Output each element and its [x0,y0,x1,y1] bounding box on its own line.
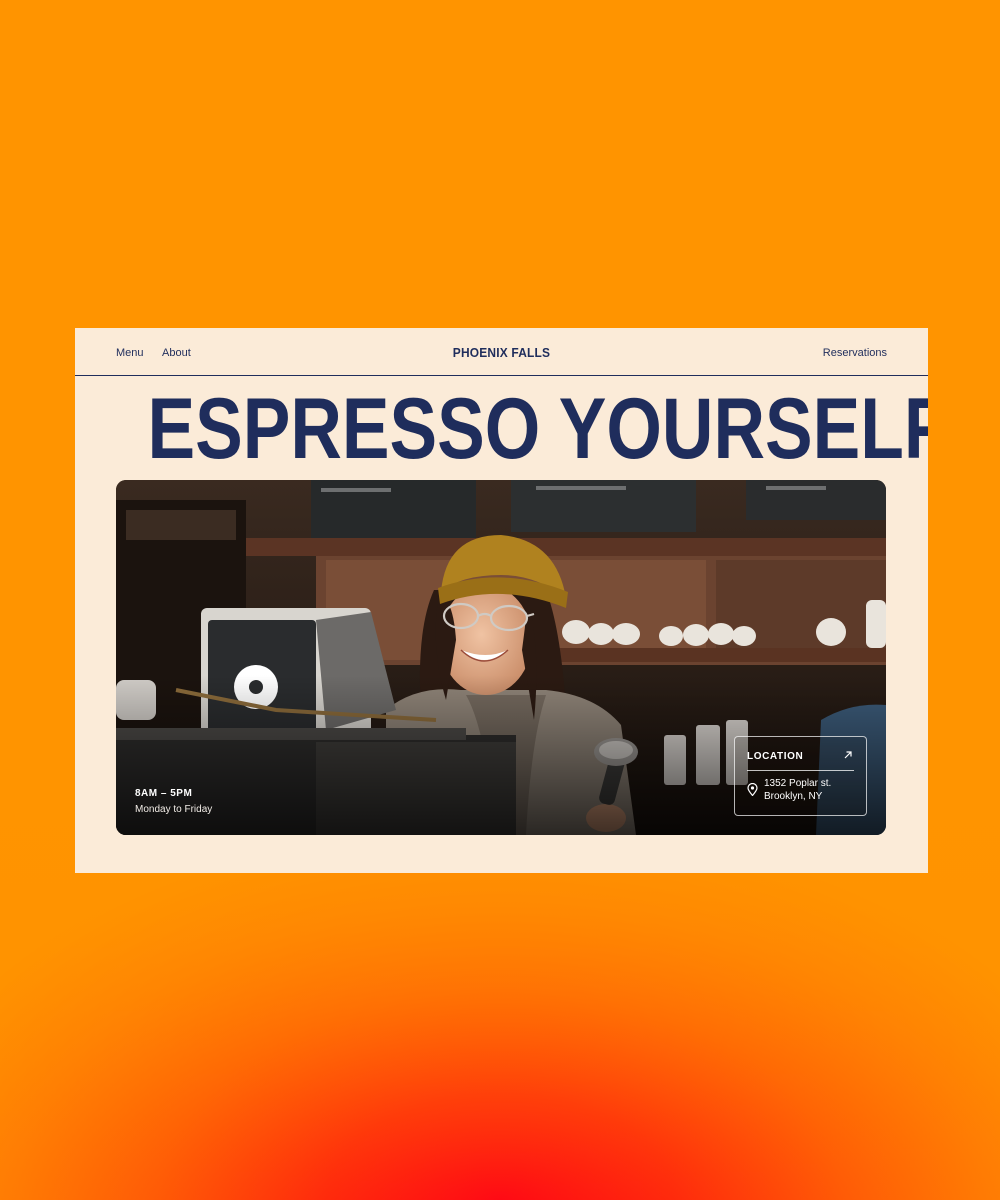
brand-logo[interactable]: PHOENIX FALLS [109,345,894,360]
website-mockup: Menu About PHOENIX FALLS Reservations ES… [75,328,928,873]
address-line-1: 1352 Poplar st. [764,778,832,789]
map-pin-icon [747,783,758,796]
opening-hours: 8AM – 5PM Monday to Friday [135,788,212,815]
arrow-up-right-icon[interactable] [842,749,854,761]
address-line-2: Brooklyn, NY [764,791,823,802]
nav-reservations-link[interactable]: Reservations [823,347,887,360]
hero-photo: 8AM – 5PM Monday to Friday LOCATION 1352… [116,480,886,835]
location-card[interactable]: LOCATION 1352 Poplar st. Brooklyn, NY [734,736,867,816]
location-title: LOCATION [747,751,804,762]
hero-headline: ESPRESSO YOURSELF [147,381,928,477]
hours-time: 8AM – 5PM [135,788,193,799]
top-navigation: Menu About PHOENIX FALLS Reservations [75,328,928,376]
hours-days: Monday to Friday [135,804,213,815]
location-address: 1352 Poplar st. Brooklyn, NY [764,777,831,803]
location-divider [747,770,854,771]
